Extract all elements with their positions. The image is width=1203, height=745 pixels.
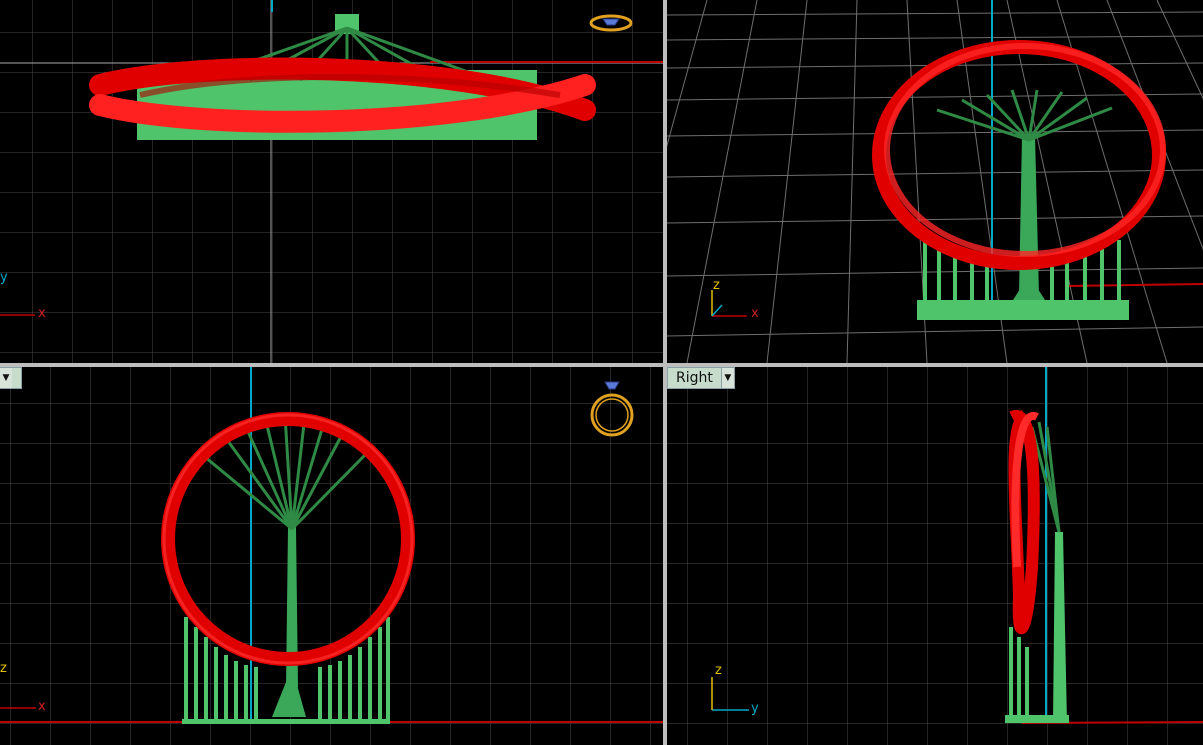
chevron-down-icon[interactable]: ▼ — [720, 368, 734, 388]
support-base — [917, 300, 1129, 320]
viewport-top[interactable]: x y — [0, 0, 663, 363]
axis-label-y: y — [751, 701, 759, 716]
axis-label-z: z — [713, 278, 720, 293]
viewport-right-tab[interactable]: Right ▼ — [667, 367, 735, 389]
grid — [0, 0, 663, 363]
axis-label-z: z — [0, 661, 7, 676]
grid — [667, 367, 1203, 745]
support-base — [1005, 715, 1069, 723]
viewport-front-tab[interactable]: ▼ — [0, 367, 22, 389]
viewport-top-canvas[interactable] — [0, 0, 663, 363]
viewport-right[interactable]: y z Right ▼ — [667, 367, 1203, 745]
ring-top-view-icon[interactable] — [588, 10, 634, 36]
viewport-perspective[interactable]: x z — [667, 0, 1203, 363]
support-cone — [1013, 275, 1045, 300]
chevron-down-icon[interactable]: ▼ — [0, 368, 12, 388]
axis-label-x: x — [751, 306, 759, 321]
viewport-right-tab-label: Right — [676, 370, 713, 386]
world-x-axis — [1066, 283, 1203, 287]
axis-label-x: x — [38, 699, 46, 714]
axis-label-z: z — [715, 663, 722, 678]
viewport-front[interactable]: x z ▼ — [0, 367, 663, 745]
viewport-perspective-canvas[interactable] — [667, 0, 1203, 363]
viewport-divider-horizontal[interactable] — [0, 363, 1203, 367]
axis-indicator-y — [711, 304, 723, 317]
support-base — [182, 719, 390, 724]
axis-label-y: y — [0, 270, 8, 285]
support-trunk — [1019, 135, 1039, 295]
viewport-divider-vertical[interactable] — [663, 0, 667, 745]
ring-front-view-icon[interactable] — [586, 379, 638, 443]
axis-label-x: x — [38, 306, 46, 321]
viewport-front-canvas[interactable] — [0, 367, 663, 745]
viewport-right-canvas[interactable] — [667, 367, 1203, 745]
